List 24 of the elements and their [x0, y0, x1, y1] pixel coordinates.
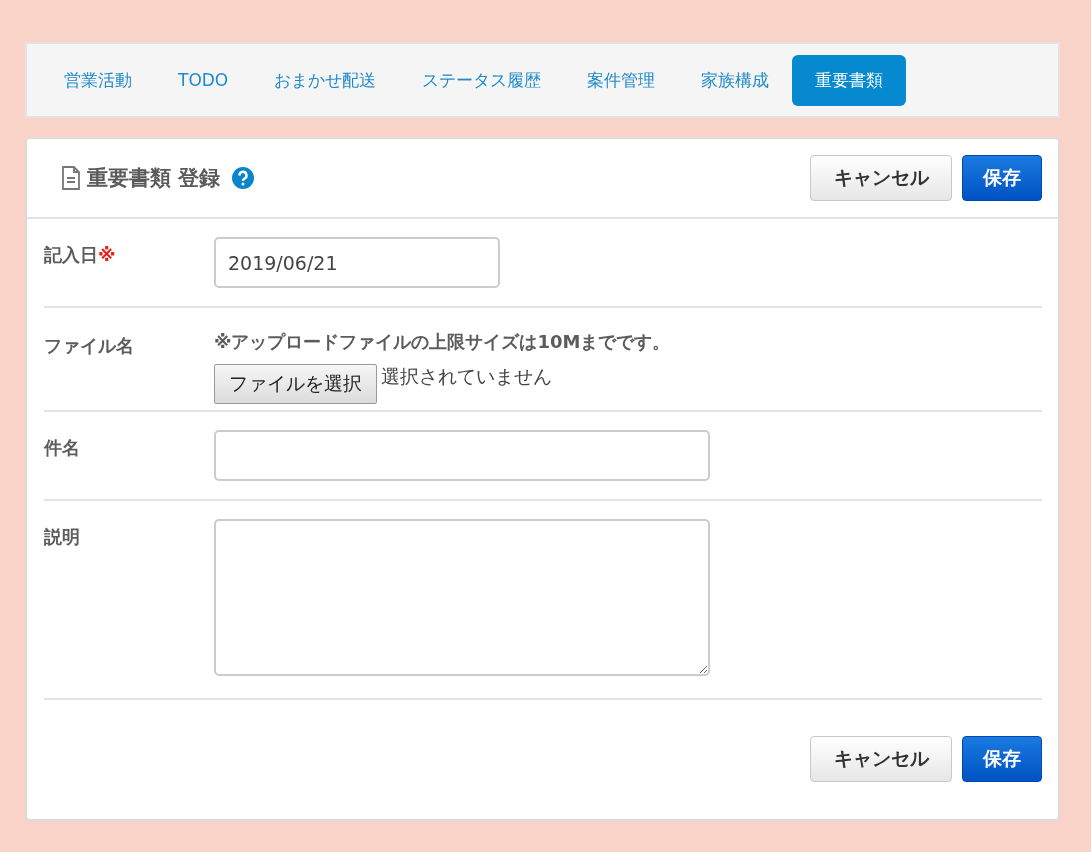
tab[interactable]: ステータス履歴	[399, 54, 565, 106]
text-field[interactable]	[214, 430, 710, 481]
cancel-button[interactable]: キャンセル	[810, 736, 952, 782]
cancel-button[interactable]: キャンセル	[810, 155, 952, 201]
tab[interactable]: 重要書類	[792, 54, 907, 106]
textarea-field[interactable]	[214, 519, 710, 676]
document-icon	[61, 166, 81, 190]
tab[interactable]: 家族構成	[678, 54, 793, 106]
field-label: 説明	[44, 526, 80, 547]
date-field[interactable]: 2019/06/21	[214, 237, 500, 288]
tab[interactable]: 案件管理	[564, 54, 679, 106]
field-label: ファイル名	[44, 335, 134, 356]
field-label: 件名	[44, 437, 80, 458]
form-title: 重要書類 登録	[87, 165, 221, 192]
upload-note: ※アップロードファイルの上限サイズは10Mまでです。	[214, 330, 671, 354]
help-icon[interactable]	[232, 167, 255, 189]
tab[interactable]: 営業活動	[41, 54, 155, 106]
choose-file-button[interactable]: ファイルを選択	[214, 364, 377, 404]
save-button[interactable]: 保存	[962, 155, 1042, 201]
save-button[interactable]: 保存	[962, 736, 1042, 782]
file-status: 選択されていません	[381, 364, 552, 389]
tab[interactable]: おまかせ配送	[251, 54, 400, 106]
tab[interactable]: TODO	[155, 56, 252, 104]
field-label: 記入日※	[44, 244, 116, 265]
